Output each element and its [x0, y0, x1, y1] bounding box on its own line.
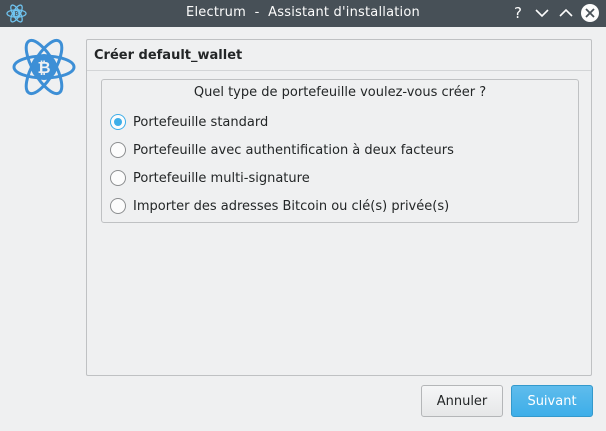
- radio-standard-wallet[interactable]: Portefeuille standard: [110, 111, 268, 133]
- setup-wizard-window: ₿ Electrum - Assistant d'installation ? …: [0, 0, 606, 431]
- next-button[interactable]: Suivant: [511, 385, 593, 417]
- radio-button[interactable]: [110, 170, 126, 186]
- radio-button-checked[interactable]: [110, 114, 126, 130]
- radio-multisig-wallet[interactable]: Portefeuille multi-signature: [110, 167, 310, 189]
- page-title: Créer default_wallet: [94, 48, 243, 63]
- help-icon[interactable]: ?: [508, 3, 528, 23]
- wallet-type-question: Quel type de portefeuille voulez-vous cr…: [193, 85, 487, 100]
- cancel-button[interactable]: Annuler: [421, 385, 503, 417]
- radio-label: Portefeuille multi-signature: [133, 170, 310, 186]
- radio-import-keys[interactable]: Importer des adresses Bitcoin ou clé(s) …: [110, 195, 449, 217]
- radio-button[interactable]: [110, 198, 126, 214]
- radio-label: Importer des adresses Bitcoin ou clé(s) …: [133, 198, 450, 214]
- electrum-logo-icon: ₿: [12, 38, 76, 96]
- title-divider: [87, 70, 591, 71]
- wallet-type-group: Quel type de portefeuille voulez-vous cr…: [101, 79, 579, 223]
- svg-text:₿: ₿: [37, 58, 50, 77]
- radio-label: Portefeuille standard: [133, 114, 269, 130]
- close-icon[interactable]: [579, 2, 601, 24]
- radio-button[interactable]: [110, 142, 126, 158]
- radio-2fa-wallet[interactable]: Portefeuille avec authentification à deu…: [110, 139, 454, 161]
- maximize-icon[interactable]: [556, 3, 576, 23]
- radio-label: Portefeuille avec authentification à deu…: [133, 142, 454, 158]
- wizard-page: Créer default_wallet Quel type de portef…: [86, 39, 592, 376]
- title-bar[interactable]: ₿ Electrum - Assistant d'installation ?: [0, 0, 606, 27]
- minimize-icon[interactable]: [532, 3, 552, 23]
